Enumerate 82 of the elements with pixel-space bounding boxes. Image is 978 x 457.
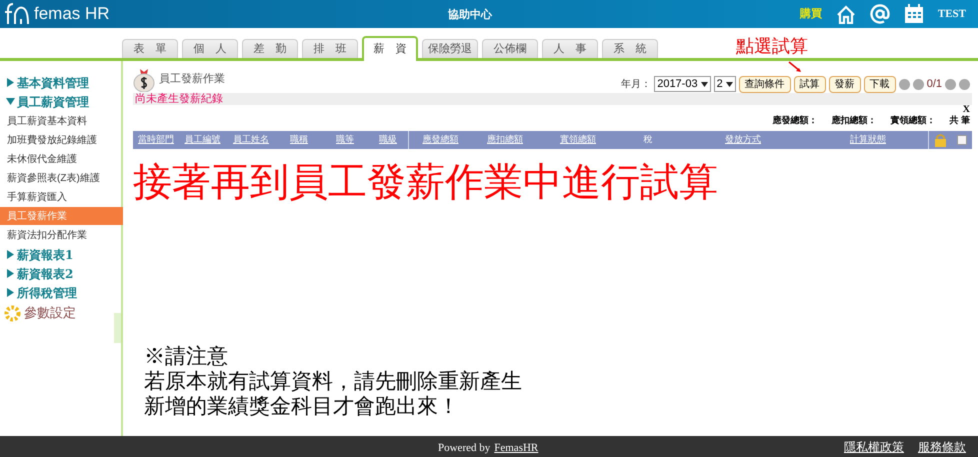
- close-button[interactable]: X: [962, 105, 972, 116]
- pager-icon[interactable]: [945, 78, 956, 90]
- user-name[interactable]: TEST: [938, 6, 966, 22]
- tab[interactable]: 薪 資: [362, 36, 418, 61]
- logo-icon: [4, 2, 32, 26]
- tab[interactable]: 排 班: [302, 39, 358, 58]
- column-header[interactable]: 發放方式: [725, 133, 761, 147]
- gear-icon: [4, 305, 21, 322]
- note-line: 新增的業績獎金科目才會跑出來！: [144, 394, 460, 419]
- annotation-arrow: [788, 61, 802, 73]
- calendar-icon[interactable]: [904, 4, 924, 24]
- dropdown-arrow-icon: [726, 82, 733, 86]
- collapsed-triangle-icon: [6, 78, 15, 87]
- home-icon[interactable]: [836, 4, 856, 24]
- column-header[interactable]: 員工編號: [184, 133, 220, 147]
- settings-link[interactable]: 參數設定: [24, 304, 76, 324]
- column-header[interactable]: 職稱: [290, 133, 308, 147]
- summary-label: 實領總額：: [890, 116, 936, 127]
- page-indicator: 0/1: [926, 76, 942, 92]
- select-all-checkbox[interactable]: [957, 135, 967, 145]
- period-label: 年月：: [621, 78, 652, 92]
- summary-label: 應扣總額：: [831, 116, 876, 127]
- instruction-text: 接著再到員工發薪作業中進行試算: [133, 163, 719, 202]
- menu-group[interactable]: 薪資報表1: [0, 245, 121, 264]
- menu-item[interactable]: 未休假代金維護: [0, 150, 121, 168]
- status-message: 尚未產生發薪紀錄: [134, 94, 223, 104]
- column-header[interactable]: 當時部門: [138, 133, 174, 147]
- tab[interactable]: 保險勞退: [422, 39, 478, 58]
- column-header[interactable]: 職等: [336, 133, 354, 147]
- column-header[interactable]: 應發總額: [422, 133, 458, 147]
- collapsed-triangle-icon: [6, 269, 15, 278]
- tab[interactable]: 表 單: [122, 39, 178, 58]
- dropdown-arrow-icon: [700, 82, 708, 86]
- menu-item[interactable]: 加班費發放紀錄維護: [0, 131, 121, 149]
- page-title: 員工發薪作業: [159, 72, 225, 87]
- powered-by-text: Powered by: [438, 441, 490, 456]
- collapsed-triangle-icon: [6, 288, 15, 297]
- column-header[interactable]: 職級: [379, 133, 397, 147]
- menu-item[interactable]: 員工薪資基本資料: [0, 112, 121, 130]
- collapse-handle[interactable]: [114, 313, 121, 343]
- action-button[interactable]: 下載: [864, 76, 896, 92]
- action-button[interactable]: 查詢條件: [738, 76, 791, 92]
- summary-label: 共 筆: [949, 116, 970, 127]
- lock-icon: [934, 133, 947, 147]
- tab[interactable]: 人 事: [542, 39, 598, 58]
- pager-icon[interactable]: [912, 78, 924, 90]
- expanded-triangle-icon: [6, 97, 15, 106]
- menu-item[interactable]: 薪資法扣分配作業: [0, 226, 121, 244]
- menu-item[interactable]: 薪資參照表(Z表)維護: [0, 169, 121, 187]
- menu-group[interactable]: 員工薪資管理: [0, 92, 121, 111]
- tab[interactable]: 系 統: [602, 39, 658, 58]
- tab[interactable]: 公佈欄: [482, 39, 538, 58]
- brand-link[interactable]: FemasHR: [494, 440, 538, 456]
- action-button[interactable]: 發薪: [828, 76, 861, 92]
- tab[interactable]: 個 人: [182, 39, 238, 58]
- note-line: ※請注意: [144, 344, 229, 369]
- column-header[interactable]: 員工姓名: [233, 133, 269, 147]
- column-header: 稅: [644, 133, 652, 146]
- footer-link[interactable]: 隱私權政策: [844, 438, 904, 456]
- note-line: 若原本就有試算資料，請先刪除重新產生: [144, 369, 522, 394]
- logo-text: femas HR: [34, 3, 110, 26]
- annotation-label: 點選試算: [736, 35, 808, 59]
- collapsed-triangle-icon: [6, 250, 15, 259]
- action-button[interactable]: 試算: [794, 76, 826, 92]
- menu-item[interactable]: 手算薪資匯入: [0, 188, 121, 206]
- menu-group[interactable]: 所得稅管理: [0, 283, 121, 302]
- pager-icon[interactable]: [898, 78, 910, 90]
- tab[interactable]: 差 勤: [242, 39, 298, 58]
- footer-link[interactable]: 服務條款: [918, 438, 966, 456]
- menu-group[interactable]: 基本資料管理: [0, 73, 121, 92]
- buy-link[interactable]: 購買: [800, 6, 822, 22]
- summary-label: 應發總額：: [772, 116, 818, 127]
- menu-group[interactable]: 薪資報表2: [0, 264, 121, 283]
- column-header[interactable]: 應扣總額: [487, 133, 523, 147]
- column-header[interactable]: 實領總額: [560, 133, 596, 147]
- header-title[interactable]: 協助中心: [448, 7, 492, 24]
- money-bag-icon: [133, 66, 155, 92]
- year-month-select[interactable]: 2017-03: [654, 76, 711, 92]
- column-header[interactable]: 計算狀態: [850, 133, 886, 147]
- email-icon[interactable]: [870, 4, 890, 24]
- pager-icon[interactable]: [959, 78, 970, 90]
- batch-select[interactable]: 2: [714, 76, 736, 92]
